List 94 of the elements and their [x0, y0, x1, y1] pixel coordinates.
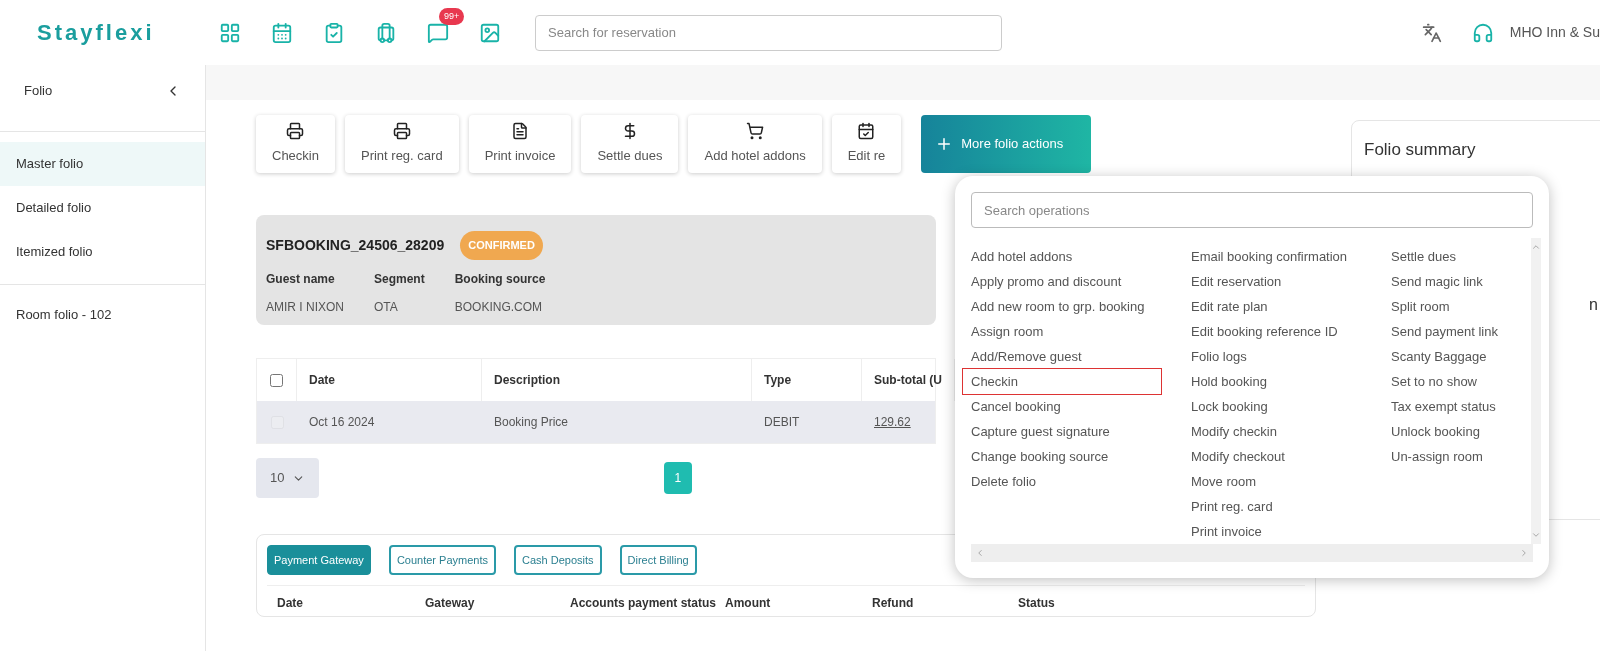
field-label: Segment	[374, 270, 425, 288]
operation-item[interactable]: Email booking confirmation	[1191, 244, 1391, 269]
table-cell: Booking Price	[494, 415, 569, 429]
invoice-icon	[511, 122, 530, 141]
printer-icon	[392, 122, 411, 141]
column-header: Refund	[872, 595, 915, 612]
column-header: Description	[494, 372, 560, 389]
payment-tab[interactable]: Counter Payments	[388, 545, 496, 575]
operation-item[interactable]: Edit booking reference ID	[1191, 319, 1391, 344]
sidebar-item[interactable]: Detailed folio	[0, 185, 205, 230]
action-button[interactable]: Checkin	[256, 115, 335, 173]
operation-item[interactable]: Modify checkout	[1191, 444, 1391, 469]
operation-item[interactable]: Scanty Baggage	[1391, 344, 1531, 369]
operation-item[interactable]: Send magic link	[1391, 269, 1531, 294]
operation-item[interactable]: Print invoice	[1191, 519, 1391, 544]
operation-item[interactable]: Add hotel addons	[971, 244, 1191, 269]
chat-icon[interactable]	[427, 21, 449, 44]
scroll-up-icon	[1531, 242, 1541, 252]
scroll-right-icon	[1519, 548, 1529, 558]
operation-item[interactable]: Assign room	[971, 319, 1191, 344]
sidebar-item[interactable]: Master folio	[0, 141, 205, 186]
operation-item[interactable]: Edit reservation	[1191, 269, 1391, 294]
action-button[interactable]: Edit re	[831, 115, 902, 173]
field-label: Booking source	[454, 270, 546, 288]
field-value: AMIR I NIXON	[266, 298, 344, 316]
operation-item[interactable]: Folio logs	[1191, 344, 1391, 369]
column-header: Status	[1018, 595, 1055, 612]
operation-item[interactable]: Checkin	[963, 369, 1161, 394]
clipboard-icon[interactable]	[323, 21, 345, 44]
operation-item[interactable]: Un-assign room	[1391, 444, 1531, 469]
booking-id: SFBOOKING_24506_28209	[266, 235, 445, 255]
payment-tab[interactable]: Direct Billing	[619, 545, 697, 575]
operation-item[interactable]: Print reg. card	[1191, 494, 1391, 519]
column-header: Accounts payment status	[570, 595, 718, 612]
search-field[interactable]: Search for reservation	[535, 14, 1002, 51]
table-cell: Oct 16 2024	[309, 415, 375, 429]
operation-item[interactable]: Tax exempt status	[1391, 394, 1531, 419]
select-all-checkbox[interactable]	[270, 373, 283, 387]
column-header: Date	[277, 595, 304, 612]
column-header: Amount	[725, 595, 772, 612]
notification-badge: 99+	[439, 7, 465, 25]
operation-item[interactable]: Capture guest signature	[971, 419, 1191, 444]
grid-icon[interactable]	[219, 21, 241, 44]
action-button[interactable]: Settle dues	[581, 115, 679, 173]
payment-tab[interactable]: Cash Deposits	[514, 545, 602, 575]
sidebar-item[interactable]: Itemized folio	[0, 229, 205, 274]
operation-item[interactable]: Add new room to grp. booking	[971, 294, 1191, 319]
operation-item[interactable]: Hold booking	[1191, 369, 1391, 394]
cart-icon	[746, 122, 765, 141]
horizontal-scrollbar[interactable]	[971, 544, 1533, 562]
operation-item[interactable]: Change booking source	[971, 444, 1191, 469]
operation-item[interactable]: Modify checkin	[1191, 419, 1391, 444]
summary-text: n	[1589, 294, 1598, 315]
column-header: Date	[309, 372, 335, 389]
operation-item[interactable]: Edit rate plan	[1191, 294, 1391, 319]
translate-icon[interactable]	[1421, 22, 1442, 43]
operation-item[interactable]: Add/Remove guest	[971, 344, 1191, 369]
operation-item[interactable]: Move room	[1191, 469, 1391, 494]
page-size-select[interactable]: 10	[256, 458, 320, 498]
headset-icon[interactable]	[1471, 21, 1494, 44]
operation-item[interactable]: Set to no show	[1391, 369, 1531, 394]
vertical-scrollbar[interactable]	[1531, 238, 1541, 544]
field-value: BOOKING.COM	[454, 298, 544, 316]
operation-item[interactable]: Unlock booking	[1391, 419, 1531, 444]
column-header: Type	[764, 372, 792, 389]
action-button[interactable]: Print reg. card	[344, 115, 459, 173]
payment-tab[interactable]: Payment Gateway	[267, 545, 371, 575]
action-button[interactable]: Add hotel addons	[688, 115, 822, 173]
operation-item[interactable]: Lock booking	[1191, 394, 1391, 419]
table-cell: DEBIT	[764, 415, 800, 429]
field-label: Guest name	[266, 270, 336, 288]
operation-item[interactable]: Delete folio	[971, 469, 1191, 494]
luggage-icon[interactable]	[375, 21, 397, 44]
image-icon[interactable]	[479, 21, 501, 44]
calendar-icon	[857, 122, 876, 141]
calendar-icon[interactable]	[271, 21, 293, 44]
action-button[interactable]: Print invoice	[468, 115, 572, 173]
operation-item[interactable]: Settle dues	[1391, 244, 1531, 269]
search-field[interactable]: Search operations	[971, 192, 1533, 228]
scroll-down-icon	[1531, 530, 1541, 540]
printer-icon	[286, 122, 305, 141]
operation-item[interactable]: Apply promo and discount	[971, 269, 1191, 294]
operation-item[interactable]: Split room	[1391, 294, 1531, 319]
operation-item[interactable]: Send payment link	[1391, 319, 1531, 344]
field-value: OTA	[374, 298, 399, 316]
column-header: Sub-total (U	[874, 372, 942, 389]
column-header: Gateway	[425, 595, 476, 612]
status-badge: CONFIRMED	[460, 231, 543, 260]
hotel-name[interactable]: MHO Inn & Su	[1509, 22, 1600, 43]
sidebar-title: Folio	[24, 82, 53, 100]
sidebar-item[interactable]: Room folio - 102	[0, 294, 205, 335]
operation-item[interactable]: Cancel booking	[971, 394, 1191, 419]
scroll-left-icon	[975, 548, 985, 558]
summary-title: Folio summary	[1364, 139, 1477, 161]
